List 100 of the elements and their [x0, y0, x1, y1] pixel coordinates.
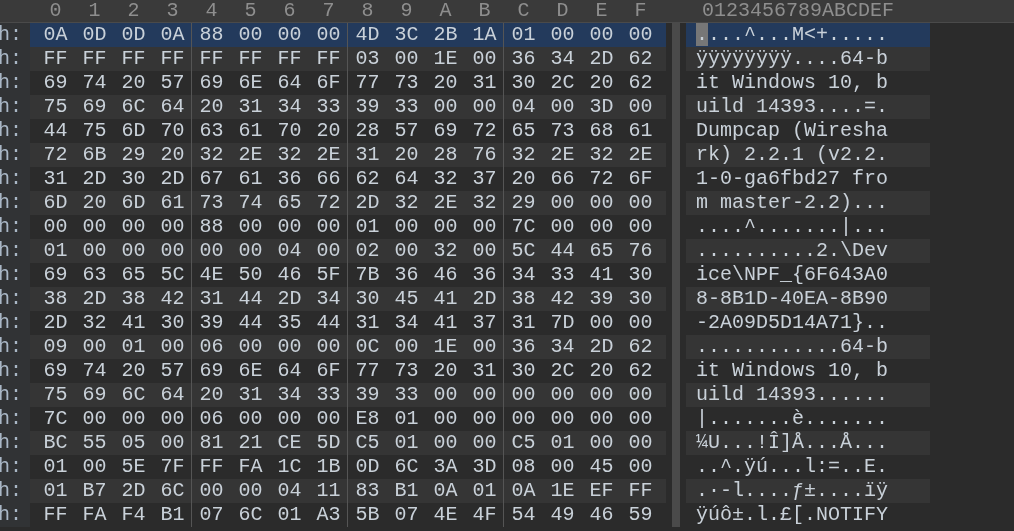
- hex-byte[interactable]: 00: [153, 239, 192, 263]
- hex-row[interactable]: 75 69 6C 64 20 31 34 33 39 33 00 00 04 00 3D 00: [30, 95, 666, 119]
- hex-byte[interactable]: 64: [270, 359, 309, 383]
- hex-byte[interactable]: 00: [543, 215, 582, 239]
- hex-byte[interactable]: 69: [75, 383, 114, 407]
- hex-row[interactable]: 01 00 00 00 00 00 04 00 02 00 32 00 5C 44 65 76: [30, 239, 666, 263]
- hex-byte[interactable]: 74: [231, 191, 270, 215]
- hex-byte[interactable]: B7: [75, 479, 114, 503]
- hex-byte[interactable]: 36: [387, 263, 426, 287]
- hex-byte[interactable]: 34: [309, 287, 348, 311]
- hex-byte[interactable]: 00: [582, 311, 621, 335]
- hex-byte[interactable]: 01: [543, 431, 582, 455]
- hex-byte[interactable]: 62: [621, 71, 660, 95]
- hex-byte[interactable]: 6C: [114, 383, 153, 407]
- hex-byte[interactable]: 00: [582, 23, 621, 47]
- hex-byte[interactable]: 64: [270, 71, 309, 95]
- hex-byte[interactable]: 6C: [114, 95, 153, 119]
- hex-byte[interactable]: 01: [36, 455, 75, 479]
- hex-byte[interactable]: 04: [503, 95, 543, 119]
- ascii-text[interactable]: ÿúô±.l.£[.NOTIFY: [696, 503, 889, 526]
- ascii-text[interactable]: uild 14393....=.: [696, 95, 889, 118]
- hex-byte[interactable]: 42: [543, 287, 582, 311]
- hex-byte[interactable]: 6D: [36, 191, 75, 215]
- hex-byte[interactable]: 5B: [347, 503, 387, 527]
- hex-row[interactable]: 09 00 01 00 06 00 00 00 0C 00 1E 00 36 34 2D 62: [30, 335, 666, 359]
- hex-byte[interactable]: 00: [75, 239, 114, 263]
- hex-byte[interactable]: 6F: [309, 71, 348, 95]
- hex-byte[interactable]: 00: [543, 383, 582, 407]
- hex-byte[interactable]: 00: [465, 95, 504, 119]
- hex-byte[interactable]: 44: [36, 119, 75, 143]
- hex-byte[interactable]: 72: [309, 191, 348, 215]
- pane-splitter[interactable]: [672, 23, 680, 527]
- hex-byte[interactable]: 2E: [231, 143, 270, 167]
- hex-byte[interactable]: 33: [387, 95, 426, 119]
- hex-byte[interactable]: 34: [543, 335, 582, 359]
- hex-byte[interactable]: FA: [75, 503, 114, 527]
- hex-byte[interactable]: 73: [191, 191, 231, 215]
- hex-byte[interactable]: 00: [621, 95, 660, 119]
- hex-byte[interactable]: 38: [503, 287, 543, 311]
- hex-byte[interactable]: 75: [75, 119, 114, 143]
- hex-byte[interactable]: 59: [621, 503, 660, 527]
- hex-byte[interactable]: 00: [231, 23, 270, 47]
- hex-byte[interactable]: 34: [270, 95, 309, 119]
- hex-byte[interactable]: FA: [231, 455, 270, 479]
- hex-byte[interactable]: 62: [621, 359, 660, 383]
- hex-byte[interactable]: 00: [191, 239, 231, 263]
- ascii-row[interactable]: -2A09D5D14A71}..: [686, 311, 930, 335]
- hex-byte[interactable]: 20: [426, 71, 465, 95]
- ascii-row[interactable]: ....^.......|...: [686, 215, 930, 239]
- hex-byte[interactable]: FF: [309, 47, 348, 71]
- hex-byte[interactable]: 00: [387, 239, 426, 263]
- hex-byte[interactable]: 39: [347, 383, 387, 407]
- ascii-row[interactable]: ..^.ÿú...l:=..E.: [686, 455, 930, 479]
- hex-byte[interactable]: C5: [347, 431, 387, 455]
- hex-byte[interactable]: 76: [621, 239, 660, 263]
- hex-byte[interactable]: 1E: [543, 479, 582, 503]
- hex-byte[interactable]: 0A: [36, 23, 75, 47]
- hex-row[interactable]: FF FA F4 B1 07 6C 01 A3 5B 07 4E 4F 54 49 46 59: [30, 503, 666, 527]
- hex-byte[interactable]: 34: [543, 47, 582, 71]
- ascii-row[interactable]: ¼U...!Î]Å...Å...: [686, 431, 930, 455]
- hex-byte[interactable]: 00: [426, 407, 465, 431]
- hex-byte[interactable]: 65: [270, 191, 309, 215]
- hex-byte[interactable]: A3: [309, 503, 348, 527]
- hex-byte[interactable]: FF: [621, 479, 660, 503]
- hex-byte[interactable]: 20: [426, 359, 465, 383]
- hex-byte[interactable]: 5C: [503, 239, 543, 263]
- hex-byte[interactable]: 0D: [75, 23, 114, 47]
- hex-byte[interactable]: 61: [153, 191, 192, 215]
- hex-byte[interactable]: 00: [465, 383, 504, 407]
- hex-byte[interactable]: 2D: [114, 479, 153, 503]
- hex-byte[interactable]: 46: [582, 503, 621, 527]
- hex-byte[interactable]: 3D: [465, 455, 504, 479]
- hex-byte[interactable]: BC: [36, 431, 75, 455]
- hex-byte[interactable]: 01: [387, 431, 426, 455]
- hex-byte[interactable]: 68: [582, 119, 621, 143]
- hex-byte[interactable]: 76: [465, 143, 504, 167]
- hex-row[interactable]: 38 2D 38 42 31 44 2D 34 30 45 41 2D 38 42 39 30: [30, 287, 666, 311]
- hex-byte[interactable]: 00: [231, 479, 270, 503]
- hex-byte[interactable]: 00: [153, 431, 192, 455]
- hex-byte[interactable]: 07: [387, 503, 426, 527]
- hex-byte[interactable]: 00: [426, 215, 465, 239]
- hex-byte[interactable]: 6E: [231, 71, 270, 95]
- hex-byte[interactable]: 00: [543, 407, 582, 431]
- hex-byte[interactable]: 00: [621, 383, 660, 407]
- hex-byte[interactable]: 44: [309, 311, 348, 335]
- hex-byte[interactable]: 01: [36, 479, 75, 503]
- hex-byte[interactable]: 33: [543, 263, 582, 287]
- hex-byte[interactable]: 41: [582, 263, 621, 287]
- hex-byte[interactable]: 00: [465, 335, 504, 359]
- hex-byte[interactable]: 00: [465, 47, 504, 71]
- ascii-row[interactable]: ............64-b: [686, 335, 930, 359]
- hex-byte[interactable]: 00: [465, 239, 504, 263]
- ascii-row[interactable]: ÿÿÿÿÿÿÿÿ....64-b: [686, 47, 930, 71]
- hex-byte[interactable]: 32: [387, 191, 426, 215]
- hex-byte[interactable]: 64: [153, 383, 192, 407]
- hex-byte[interactable]: 2C: [543, 71, 582, 95]
- hex-byte[interactable]: 75: [36, 383, 75, 407]
- hex-byte[interactable]: 39: [347, 95, 387, 119]
- hex-byte[interactable]: 2D: [36, 311, 75, 335]
- hex-row[interactable]: 75 69 6C 64 20 31 34 33 39 33 00 00 00 00 00 00: [30, 383, 666, 407]
